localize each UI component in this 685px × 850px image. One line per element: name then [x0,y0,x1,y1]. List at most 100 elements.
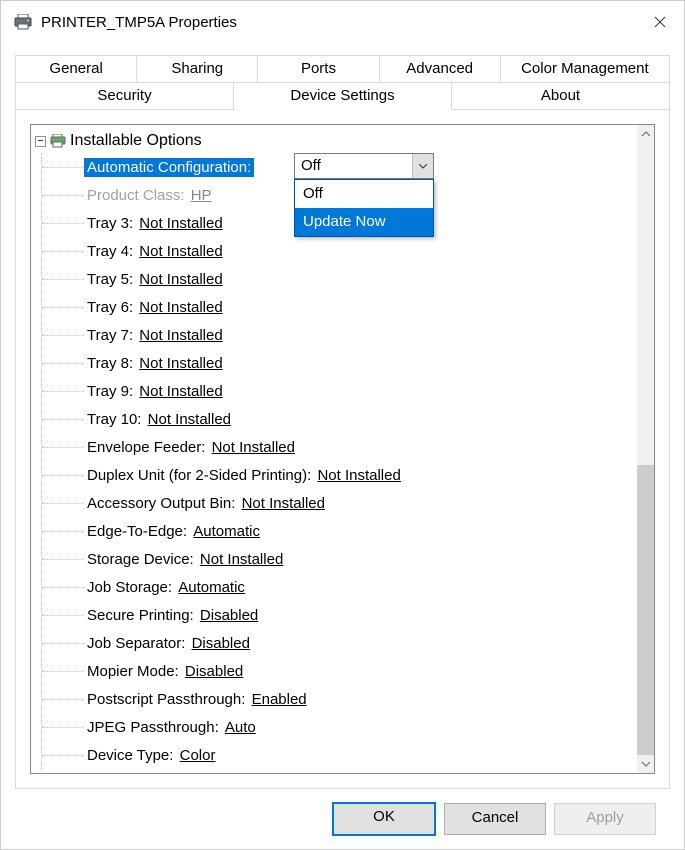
setting-name: Tray 3: [87,215,133,232]
tree-connector [42,265,84,293]
setting-label[interactable]: Tray 10: Not Installed [84,410,234,429]
settings-tree[interactable]: − Installable Options [31,125,637,773]
setting-value[interactable]: Not Installed [139,215,222,232]
setting-name: Tray 6: [87,299,133,316]
tree-row[interactable]: Postscript Passthrough: Enabled [42,685,637,713]
tree-connector [42,405,84,433]
setting-label[interactable]: Mopier Mode: Disabled [84,662,246,681]
setting-value[interactable]: Disabled [192,635,250,652]
tree-row[interactable]: Tray 10: Not Installed [42,405,637,433]
tab-general[interactable]: General [15,55,137,82]
tree-row[interactable]: Storage Device: Not Installed [42,545,637,573]
setting-label[interactable]: Secure Printing: Disabled [84,606,261,625]
scroll-thumb[interactable] [637,465,654,755]
setting-value[interactable]: Not Installed [139,271,222,288]
chevron-down-icon[interactable] [412,154,433,178]
setting-label[interactable]: Tray 4: Not Installed [84,242,226,261]
close-button[interactable] [636,1,684,43]
setting-value[interactable]: Auto [225,719,256,736]
setting-label[interactable]: Edge-To-Edge: Automatic [84,522,263,541]
tree-row[interactable]: Tray 9: Not Installed [42,377,637,405]
setting-label: Product Class: HP [84,186,215,205]
combo-option[interactable]: Off [295,180,433,208]
setting-value[interactable]: Not Installed [139,299,222,316]
setting-name: Tray 9: [87,383,133,400]
tab-color-management[interactable]: Color Management [501,55,670,82]
setting-label[interactable]: Accessory Output Bin: Not Installed [84,494,328,513]
auto-config-dropdown[interactable]: OffUpdate Now [294,179,434,237]
tree-row[interactable]: Job Separator: Disabled [42,629,637,657]
setting-label[interactable]: Storage Device: Not Installed [84,550,286,569]
tree-connector [42,629,84,657]
tree-connector [42,237,84,265]
settings-tree-container: − Installable Options [30,124,655,774]
setting-value[interactable]: Automatic [178,579,245,596]
tab-security[interactable]: Security [15,82,234,110]
apply-button: Apply [554,803,656,835]
setting-value[interactable]: Not Installed [148,411,231,428]
tree-row[interactable]: Job Storage: Automatic [42,573,637,601]
cancel-button[interactable]: Cancel [444,803,546,835]
scroll-down-icon[interactable] [637,756,654,773]
setting-value[interactable]: Automatic [193,523,260,540]
collapse-icon[interactable]: − [35,136,46,147]
setting-label[interactable]: Job Storage: Automatic [84,578,248,597]
setting-value[interactable]: Not Installed [139,383,222,400]
tree-connector [42,293,84,321]
tree-row[interactable]: Accessory Output Bin: Not Installed [42,489,637,517]
setting-value[interactable]: Color [180,747,216,764]
setting-label[interactable]: Automatic Configuration: [84,158,254,177]
tab-sharing[interactable]: Sharing [137,55,258,82]
setting-value[interactable]: Enabled [252,691,307,708]
setting-value[interactable]: Disabled [185,663,243,680]
setting-label[interactable]: Job Separator: Disabled [84,634,253,653]
tree-row[interactable]: Tray 5: Not Installed [42,265,637,293]
vertical-scrollbar[interactable] [637,125,654,773]
tree-row[interactable]: Tray 4: Not Installed [42,237,637,265]
tree-connector [42,209,84,237]
setting-label[interactable]: Tray 6: Not Installed [84,298,226,317]
combo-option[interactable]: Update Now [295,208,433,236]
setting-name: Tray 10: [87,411,141,428]
scroll-up-icon[interactable] [637,125,654,142]
setting-name: Automatic Configuration: [87,159,251,176]
setting-label[interactable]: Tray 8: Not Installed [84,354,226,373]
tab-row-2: Security Device Settings About [15,82,670,110]
tree-row[interactable]: Tray 6: Not Installed [42,293,637,321]
tab-device-settings[interactable]: Device Settings [234,82,452,110]
tree-row[interactable]: Envelope Feeder: Not Installed [42,433,637,461]
tab-advanced[interactable]: Advanced [380,55,501,82]
tree-connector [42,741,84,769]
tab-ports[interactable]: Ports [258,55,379,82]
setting-label[interactable]: Duplex Unit (for 2-Sided Printing): Not … [84,466,404,485]
tree-row[interactable]: Mopier Mode: Disabled [42,657,637,685]
setting-label[interactable]: Tray 7: Not Installed [84,326,226,345]
setting-label[interactable]: JPEG Passthrough: Auto [84,718,259,737]
tree-row[interactable]: Edge-To-Edge: Automatic [42,517,637,545]
tree-row[interactable]: Tray 7: Not Installed [42,321,637,349]
setting-label[interactable]: Tray 3: Not Installed [84,214,226,233]
auto-config-combobox[interactable]: Off [294,153,434,179]
setting-value[interactable]: Disabled [200,607,258,624]
setting-value[interactable]: Not Installed [212,439,295,456]
setting-label[interactable]: Tray 5: Not Installed [84,270,226,289]
ok-button[interactable]: OK [332,802,436,836]
tree-row[interactable]: Duplex Unit (for 2-Sided Printing): Not … [42,461,637,489]
tree-row[interactable]: JPEG Passthrough: Auto [42,713,637,741]
setting-label[interactable]: Device Type: Color [84,746,218,765]
setting-label[interactable]: Envelope Feeder: Not Installed [84,438,298,457]
tree-root-row[interactable]: − Installable Options [35,129,637,153]
tab-about[interactable]: About [452,82,670,110]
tree-row[interactable]: Tray 8: Not Installed [42,349,637,377]
setting-value[interactable]: Not Installed [139,327,222,344]
setting-value[interactable]: Not Installed [200,551,283,568]
setting-value[interactable]: Not Installed [139,243,222,260]
tree-row[interactable]: Device Type: Color [42,741,637,769]
setting-value[interactable]: Not Installed [317,467,400,484]
setting-label[interactable]: Tray 9: Not Installed [84,382,226,401]
tree-connector [42,321,84,349]
tree-row[interactable]: Secure Printing: Disabled [42,601,637,629]
setting-label[interactable]: Postscript Passthrough: Enabled [84,690,310,709]
setting-value[interactable]: Not Installed [242,495,325,512]
setting-value[interactable]: Not Installed [139,355,222,372]
